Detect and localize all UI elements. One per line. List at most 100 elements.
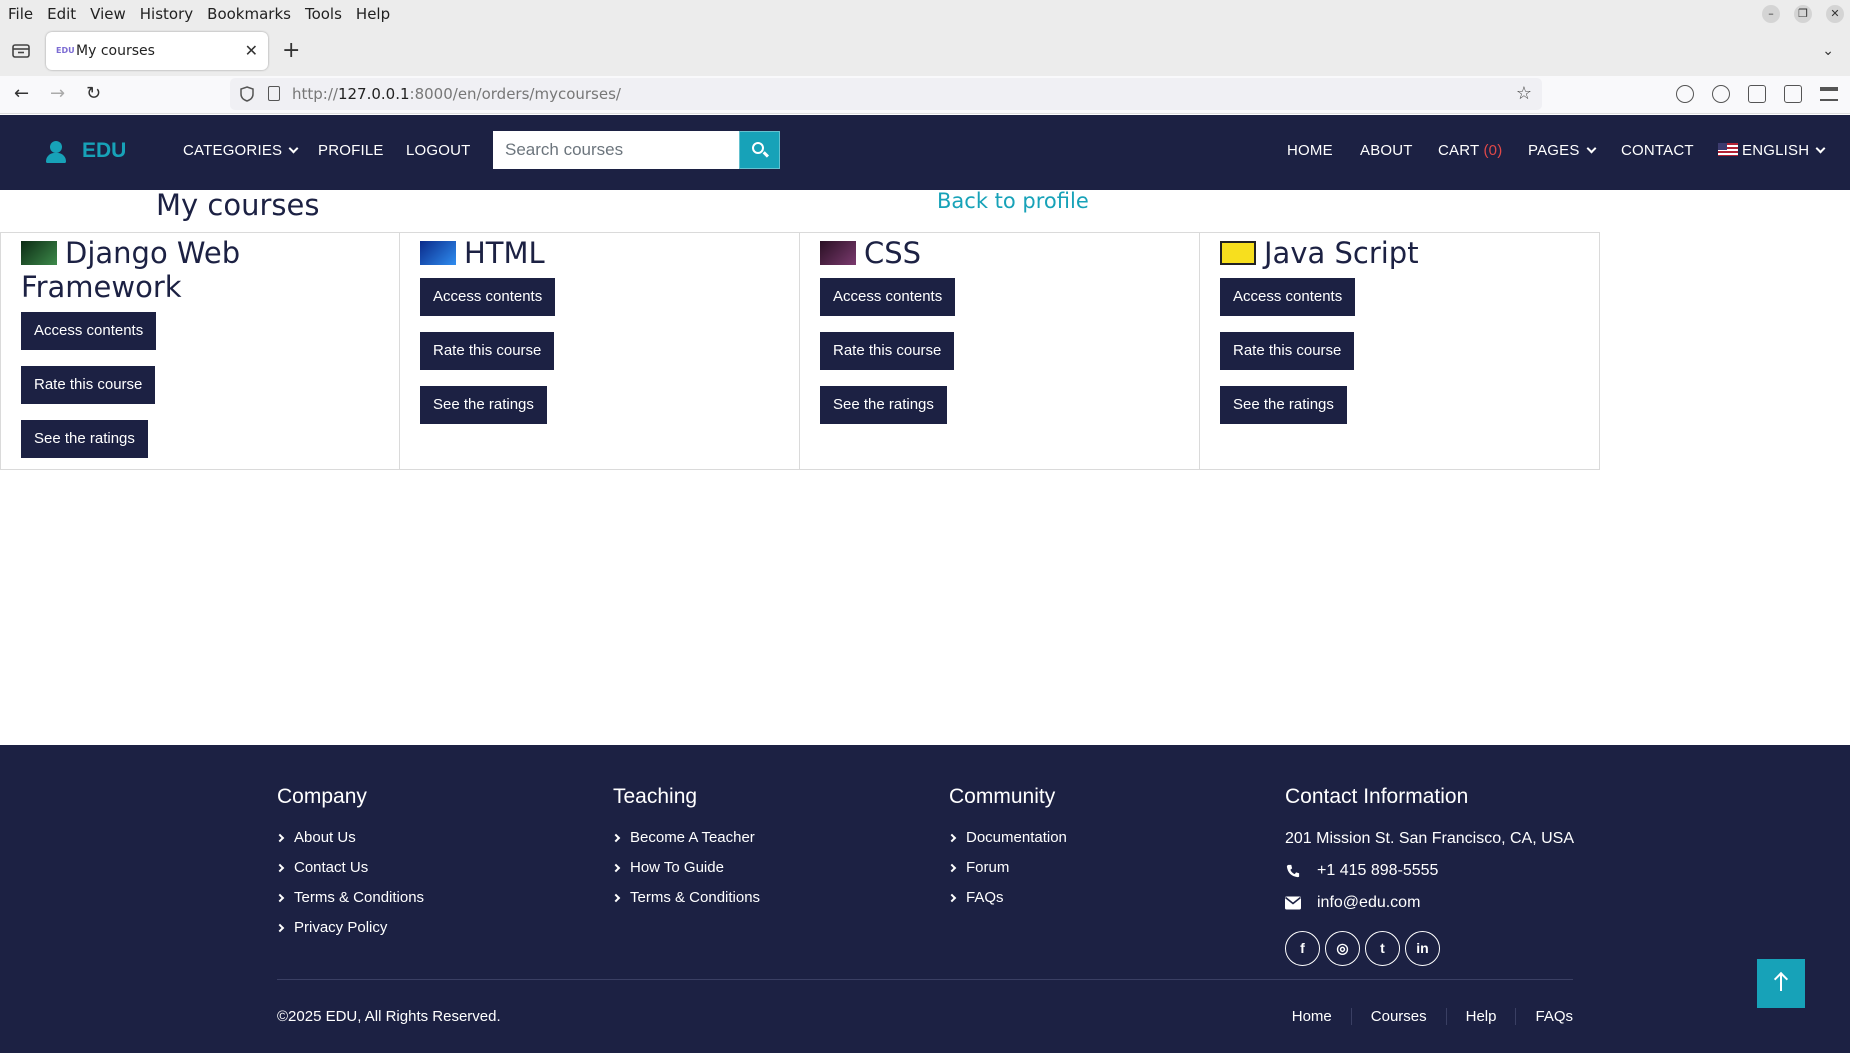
rate-course-button[interactable]: Rate this course <box>420 332 555 370</box>
footer-link[interactable]: Documentation <box>947 823 1067 853</box>
chevron-right-icon <box>611 863 621 873</box>
new-tab-icon[interactable]: + <box>282 40 300 62</box>
pocket-icon[interactable] <box>1676 85 1694 103</box>
tab-my-courses[interactable]: EDU My courses ✕ <box>46 32 268 70</box>
back-to-profile-link[interactable]: Back to profile <box>937 189 1089 213</box>
browser-navbar: ← → ↻ http://127.0.0.1:8000/en/orders/my… <box>0 76 1850 114</box>
nav-categories[interactable]: CATEGORIES <box>183 142 299 159</box>
page-icon <box>268 86 280 101</box>
hamburger-menu-icon[interactable] <box>1820 87 1838 101</box>
footer-bottom-link[interactable]: Help <box>1445 1008 1516 1025</box>
tab-title: My courses <box>76 43 155 59</box>
back-to-top-button[interactable] <box>1757 959 1805 1008</box>
footer-bottom-link[interactable]: Courses <box>1350 1008 1446 1025</box>
footer-contact: Contact Information 201 Mission St. San … <box>1285 785 1574 966</box>
chevron-right-icon <box>947 833 957 843</box>
search-button[interactable] <box>739 131 780 169</box>
close-tab-icon[interactable]: ✕ <box>245 41 258 60</box>
course-title: CSS <box>820 236 1179 270</box>
footer-community: Community Documentation Forum FAQs <box>947 785 1067 913</box>
search-input[interactable] <box>493 131 739 169</box>
footer-link[interactable]: Privacy Policy <box>275 913 424 943</box>
footer-bottom-link[interactable]: FAQs <box>1515 1008 1573 1025</box>
reload-icon[interactable]: ↻ <box>86 84 101 104</box>
course-card: Java Script Access contents Rate this co… <box>1200 232 1600 470</box>
nav-logout[interactable]: LOGOUT <box>406 142 471 159</box>
window-controls: – ❐ ✕ <box>1762 5 1844 23</box>
see-ratings-button[interactable]: See the ratings <box>21 420 148 458</box>
chevron-right-icon <box>275 833 285 843</box>
url-text[interactable]: http://127.0.0.1:8000/en/orders/mycourse… <box>292 85 621 103</box>
chevron-down-icon <box>1815 143 1826 154</box>
social-links: f ◎ t in <box>1285 931 1574 966</box>
footer-company: Company About Us Contact Us Terms & Cond… <box>275 785 424 943</box>
twitter-icon[interactable]: t <box>1365 931 1400 966</box>
browser-menubar: File Edit View History Bookmarks Tools H… <box>0 0 1850 28</box>
rate-course-button[interactable]: Rate this course <box>1220 332 1355 370</box>
footer-link[interactable]: Terms & Conditions <box>611 883 760 913</box>
url-bar[interactable]: http://127.0.0.1:8000/en/orders/mycourse… <box>230 78 1542 110</box>
account-icon[interactable] <box>1712 85 1730 103</box>
chevron-right-icon <box>275 923 285 933</box>
nav-about[interactable]: ABOUT <box>1360 142 1413 159</box>
menu-tools[interactable]: Tools <box>305 5 342 23</box>
footer-bottom-link[interactable]: Home <box>1273 1008 1351 1025</box>
rate-course-button[interactable]: Rate this course <box>21 366 156 404</box>
menu-view[interactable]: View <box>90 5 126 23</box>
nav-language[interactable]: ENGLISH <box>1718 142 1826 159</box>
menu-file[interactable]: File <box>8 5 33 23</box>
see-ratings-button[interactable]: See the ratings <box>820 386 947 424</box>
rate-course-button[interactable]: Rate this course <box>820 332 955 370</box>
menu-history[interactable]: History <box>140 5 193 23</box>
footer-link[interactable]: How To Guide <box>611 853 760 883</box>
footer-link[interactable]: Contact Us <box>275 853 424 883</box>
minimize-icon[interactable]: – <box>1762 5 1780 23</box>
footer-link[interactable]: FAQs <box>947 883 1067 913</box>
tab-list-icon[interactable] <box>12 43 30 59</box>
menu-help[interactable]: Help <box>356 5 390 23</box>
copyright: ©2025 EDU, All Rights Reserved. <box>277 1008 501 1025</box>
nav-pages[interactable]: PAGES <box>1528 142 1597 159</box>
see-ratings-button[interactable]: See the ratings <box>1220 386 1347 424</box>
toolbar-icons <box>1676 85 1838 103</box>
student-icon <box>44 139 68 163</box>
footer-heading: Company <box>277 785 367 808</box>
chevron-down-icon <box>288 143 299 154</box>
access-contents-button[interactable]: Access contents <box>820 278 956 316</box>
back-arrow-icon[interactable]: ← <box>14 84 29 104</box>
footer-heading: Community <box>949 785 1056 808</box>
course-thumbnail <box>820 241 856 265</box>
footer-link[interactable]: Forum <box>947 853 1067 883</box>
favicon-icon: EDU <box>56 46 75 55</box>
forward-arrow-icon[interactable]: → <box>50 84 65 104</box>
course-title: Java Script <box>1220 236 1579 270</box>
chevron-right-icon <box>275 893 285 903</box>
access-contents-button[interactable]: Access contents <box>1220 278 1356 316</box>
menu-edit[interactable]: Edit <box>47 5 76 23</box>
access-contents-button[interactable]: Access contents <box>420 278 556 316</box>
extensions-icon[interactable] <box>1748 85 1766 103</box>
footer-link[interactable]: Terms & Conditions <box>275 883 424 913</box>
contact-email[interactable]: info@edu.com <box>1285 887 1574 919</box>
nav-profile[interactable]: PROFILE <box>318 142 384 159</box>
close-window-icon[interactable]: ✕ <box>1826 5 1844 23</box>
site-logo[interactable]: EDU <box>44 139 126 163</box>
nav-cart[interactable]: CART (0) <box>1438 142 1502 159</box>
facebook-icon[interactable]: f <box>1285 931 1320 966</box>
bookmark-star-icon[interactable]: ☆ <box>1516 83 1532 104</box>
shield-icon[interactable] <box>240 86 254 102</box>
footer-link[interactable]: About Us <box>275 823 424 853</box>
nav-home[interactable]: HOME <box>1287 142 1333 159</box>
addon-icon[interactable] <box>1784 85 1802 103</box>
menu-bookmarks[interactable]: Bookmarks <box>207 5 291 23</box>
linkedin-icon[interactable]: in <box>1405 931 1440 966</box>
footer-link[interactable]: Become A Teacher <box>611 823 760 853</box>
site-footer: Company About Us Contact Us Terms & Cond… <box>0 745 1850 1053</box>
restore-icon[interactable]: ❐ <box>1794 5 1812 23</box>
see-ratings-button[interactable]: See the ratings <box>420 386 547 424</box>
access-contents-button[interactable]: Access contents <box>21 312 157 350</box>
chevron-down-icon[interactable]: ⌄ <box>1822 43 1834 59</box>
instagram-icon[interactable]: ◎ <box>1325 931 1360 966</box>
course-title: Django Web Framework <box>21 236 241 304</box>
nav-contact[interactable]: CONTACT <box>1621 142 1694 159</box>
